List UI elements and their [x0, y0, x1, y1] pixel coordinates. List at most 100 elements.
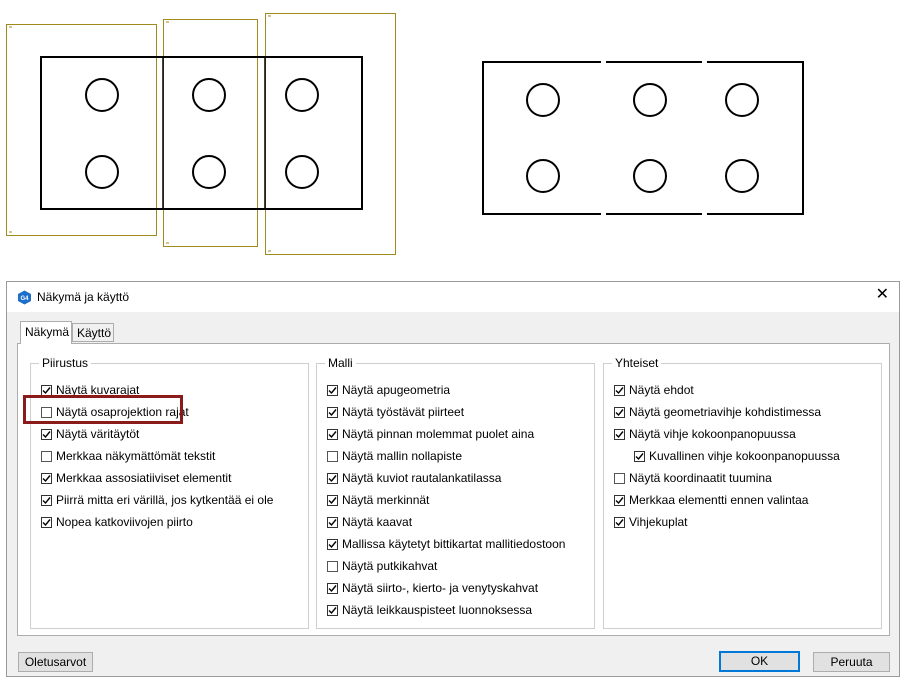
- hole: [192, 155, 226, 189]
- checkbox-checked[interactable]: [327, 582, 338, 594]
- checkbox-unchecked[interactable]: [327, 560, 338, 572]
- checkbox-label: Näytä apugeometria: [342, 383, 451, 397]
- hole: [85, 155, 119, 189]
- tab-panel: Piirustus Näytä kuvarajat Näytä osaprojek…: [17, 343, 890, 636]
- checkbox-row-piirustus[interactable]: Nopea katkoviivojen piirto: [41, 514, 193, 530]
- hole: [192, 78, 226, 112]
- checkbox-checked[interactable]: [614, 516, 625, 528]
- checkbox-label: Näytä väritäytöt: [56, 427, 140, 441]
- checkbox-label: Merkkaa assosiatiiviset elementit: [56, 471, 232, 485]
- checkbox-label: Näytä leikkauspisteet luonnoksessa: [342, 603, 533, 617]
- checkbox-row-malli[interactable]: Näytä siirto-, kierto- ja venytyskahvat: [327, 580, 538, 596]
- checkbox-unchecked[interactable]: [327, 450, 338, 462]
- group-piirustus: Piirustus Näytä kuvarajat Näytä osaprojek…: [30, 356, 309, 629]
- view-and-usage-dialog: G4 Näkymä ja käyttö ✕ Näkymä Käyttö Piir…: [6, 281, 900, 677]
- checkbox-label: Näytä ehdot: [629, 383, 694, 397]
- hole: [526, 83, 560, 117]
- ok-button[interactable]: OK: [719, 651, 800, 672]
- checkbox-checked[interactable]: [327, 472, 338, 484]
- group-malli: Malli Näytä apugeometria Näytä työstävät …: [316, 356, 595, 629]
- checkbox-row-yhteiset[interactable]: Näytä koordinaatit tuumina: [614, 470, 772, 486]
- checkbox-label: Näytä mallin nollapiste: [342, 449, 463, 463]
- checkbox-label: Näytä koordinaatit tuumina: [629, 471, 772, 485]
- checkbox-label: Näytä merkinnät: [342, 493, 430, 507]
- checkbox-row-malli[interactable]: Näytä merkinnät: [327, 492, 429, 508]
- hole: [285, 155, 319, 189]
- left-drawing: [6, 13, 396, 255]
- checkbox-row-malli[interactable]: Näytä kaavat: [327, 514, 412, 530]
- checkbox-row-piirustus[interactable]: Näytä kuvarajat: [41, 382, 139, 398]
- checkbox-row-malli[interactable]: Näytä mallin nollapiste: [327, 448, 462, 464]
- checkbox-unchecked[interactable]: [614, 472, 625, 484]
- checkbox-label: Näytä pinnan molemmat puolet aina: [342, 427, 535, 441]
- checkbox-label: Näytä siirto-, kierto- ja venytyskahvat: [342, 581, 539, 595]
- checkbox-row-piirustus[interactable]: Merkkaa assosiatiiviset elementit: [41, 470, 231, 486]
- cancel-button[interactable]: Peruuta: [813, 652, 890, 672]
- checkbox-checked[interactable]: [614, 428, 625, 440]
- checkbox-row-malli[interactable]: Näytä leikkauspisteet luonnoksessa: [327, 602, 532, 618]
- checkbox-checked[interactable]: [327, 516, 338, 528]
- checkbox-row-piirustus[interactable]: Näytä väritäytöt: [41, 426, 139, 442]
- checkbox-checked[interactable]: [634, 450, 645, 462]
- checkbox-checked[interactable]: [41, 428, 52, 440]
- group-yhteiset: Yhteiset Näytä ehdot Näytä geometriavihje…: [603, 356, 882, 629]
- checkbox-label: Näytä osaprojektion rajat: [56, 405, 189, 419]
- checkbox-checked[interactable]: [41, 384, 52, 396]
- checkbox-label: Merkkaa näkymättömät tekstit: [56, 449, 216, 463]
- checkbox-row-yhteiset[interactable]: Näytä geometriavihje kohdistimessa: [614, 404, 821, 420]
- tab-kaytto[interactable]: Käyttö: [72, 323, 114, 342]
- checkbox-checked[interactable]: [327, 428, 338, 440]
- checkbox-row-yhteiset[interactable]: Näytä ehdot: [614, 382, 694, 398]
- checkbox-label: Mallissa käytetyt bittikartat mallitiedo…: [342, 537, 566, 551]
- checkbox-row-piirustus[interactable]: Näytä osaprojektion rajat: [41, 404, 189, 420]
- checkbox-label: Näytä työstävät piirteet: [342, 405, 465, 419]
- group-title-piirustus: Piirustus: [39, 356, 92, 370]
- checkbox-checked[interactable]: [327, 406, 338, 418]
- checkbox-unchecked[interactable]: [41, 406, 52, 418]
- checkbox-row-yhteiset[interactable]: Merkkaa elementti ennen valintaa: [614, 492, 808, 508]
- checkbox-checked[interactable]: [327, 384, 338, 396]
- title-bar: G4 Näkymä ja käyttö ✕: [7, 282, 899, 312]
- checkbox-unchecked[interactable]: [41, 450, 52, 462]
- checkbox-label: Nopea katkoviivojen piirto: [56, 515, 193, 529]
- right-drawing: [482, 61, 804, 215]
- app-icon: G4: [18, 290, 31, 305]
- checkbox-label: Näytä kuvarajat: [56, 383, 140, 397]
- view-frame-3: [265, 13, 396, 255]
- checkbox-row-yhteiset[interactable]: Vihjekuplat: [614, 514, 688, 530]
- checkbox-checked[interactable]: [41, 516, 52, 528]
- checkbox-row-malli[interactable]: Mallissa käytetyt bittikartat mallitiedo…: [327, 536, 565, 552]
- defaults-button[interactable]: Oletusarvot: [18, 652, 93, 672]
- checkbox-checked[interactable]: [327, 494, 338, 506]
- checkbox-row-yhteiset[interactable]: Näytä vihje kokoonpanopuussa: [614, 426, 796, 442]
- checkbox-checked[interactable]: [327, 604, 338, 616]
- hole: [633, 83, 667, 117]
- checkbox-checked[interactable]: [41, 472, 52, 484]
- view-frame-2: [163, 19, 258, 247]
- dialog-title: Näkymä ja käyttö: [37, 290, 130, 304]
- checkbox-row-yhteiset[interactable]: Kuvallinen vihje kokoonpanopuussa: [634, 448, 840, 464]
- checkbox-row-piirustus[interactable]: Piirrä mitta eri värillä, jos kytkentää …: [41, 492, 273, 508]
- checkbox-checked[interactable]: [614, 406, 625, 418]
- tab-nakyma[interactable]: Näkymä: [20, 321, 72, 344]
- group-title-malli: Malli: [325, 356, 356, 370]
- checkbox-checked[interactable]: [614, 494, 625, 506]
- checkbox-label: Vihjekuplat: [629, 515, 688, 529]
- checkbox-row-malli[interactable]: Näytä putkikahvat: [327, 558, 437, 574]
- checkbox-row-malli[interactable]: Näytä kuviot rautalankatilassa: [327, 470, 501, 486]
- checkbox-label: Näytä putkikahvat: [342, 559, 438, 573]
- svg-text:G4: G4: [20, 296, 29, 302]
- checkbox-label: Näytä geometriavihje kohdistimessa: [629, 405, 822, 419]
- checkbox-row-malli[interactable]: Näytä työstävät piirteet: [327, 404, 464, 420]
- drawing-canvas: [6, 13, 804, 255]
- checkbox-checked[interactable]: [614, 384, 625, 396]
- hole: [633, 159, 667, 193]
- checkbox-row-malli[interactable]: Näytä pinnan molemmat puolet aina: [327, 426, 534, 442]
- hole: [526, 159, 560, 193]
- checkbox-checked[interactable]: [327, 538, 338, 550]
- hole: [725, 83, 759, 117]
- close-icon[interactable]: ✕: [876, 287, 889, 303]
- checkbox-checked[interactable]: [41, 494, 52, 506]
- checkbox-row-piirustus[interactable]: Merkkaa näkymättömät tekstit: [41, 448, 215, 464]
- checkbox-row-malli[interactable]: Näytä apugeometria: [327, 382, 450, 398]
